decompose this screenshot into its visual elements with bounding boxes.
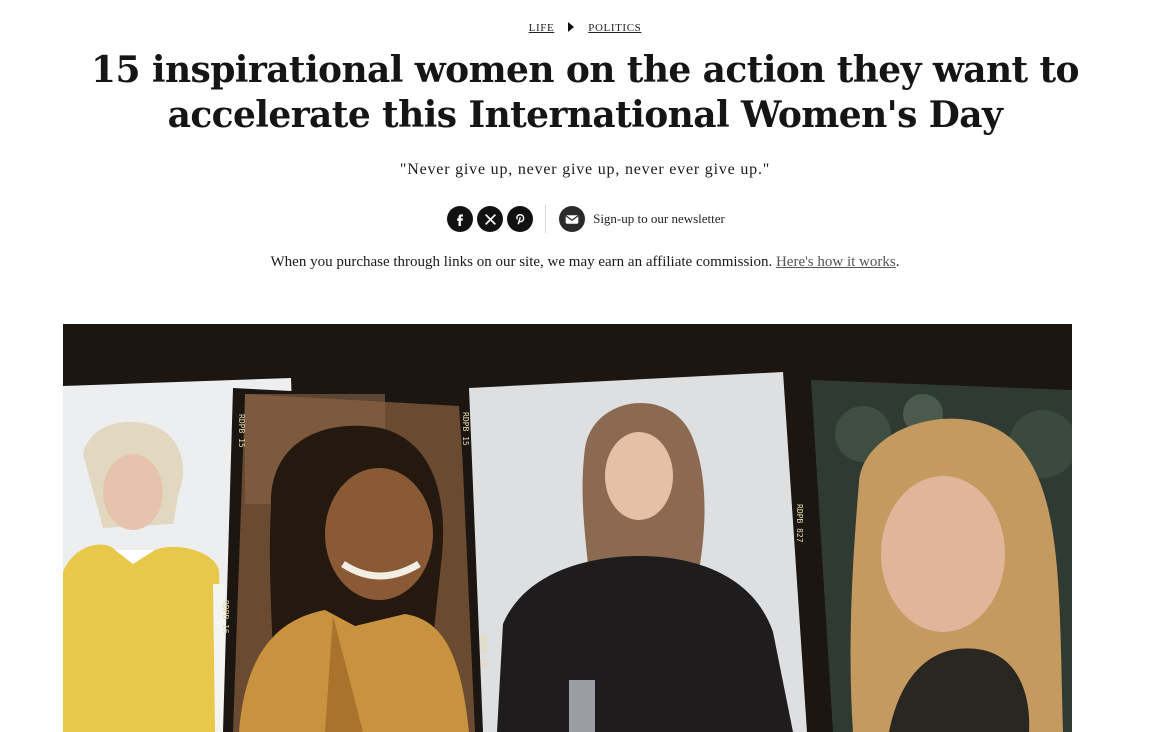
x-icon[interactable] (477, 206, 504, 232)
film-label-2: RDPB 15 (461, 412, 470, 446)
newsletter-signup-button[interactable]: Sign-up to our newsletter (557, 206, 725, 232)
affiliate-text: When you purchase through links on our s… (270, 254, 773, 270)
portrait-photo-2 (223, 388, 491, 732)
mail-icon (559, 206, 586, 232)
affiliate-suffix: . (895, 254, 900, 270)
film-label-3: RDPB 16 (221, 600, 230, 634)
film-label-5: RDPB 827 (795, 504, 804, 543)
share-bar: Sign-up to our newsletter (0, 205, 1170, 233)
article-subtitle: "Never give up, never give up, never eve… (399, 161, 771, 178)
share-divider (545, 205, 547, 233)
hero-image: RDPB 15 RDPB 15 RDPB 16 RDPB 16 RDPB 827 (63, 324, 1072, 732)
pinterest-icon[interactable] (507, 206, 534, 232)
hero-collage: RDPB 15 RDPB 15 RDPB 16 RDPB 16 RDPB 827 (63, 324, 1072, 732)
portrait-photo-4 (803, 374, 1072, 732)
affiliate-disclosure: When you purchase through links on our s… (0, 254, 1170, 271)
film-label-4: RDPB 16 (479, 634, 488, 668)
affiliate-info-link[interactable]: Here's how it works (776, 254, 896, 270)
chevron-right-icon (568, 22, 575, 32)
breadcrumb-politics-link[interactable]: POLITICS (588, 22, 641, 34)
facebook-icon[interactable] (447, 206, 474, 232)
breadcrumb: LIFE POLITICS (0, 22, 1170, 34)
newsletter-label: Sign-up to our newsletter (593, 211, 725, 226)
portrait-photo-3 (459, 366, 819, 732)
film-label-1: RDPB 15 (237, 414, 246, 448)
breadcrumb-life-link[interactable]: LIFE (529, 22, 555, 34)
page-title: 15 inspirational women on the action the… (91, 49, 1080, 136)
